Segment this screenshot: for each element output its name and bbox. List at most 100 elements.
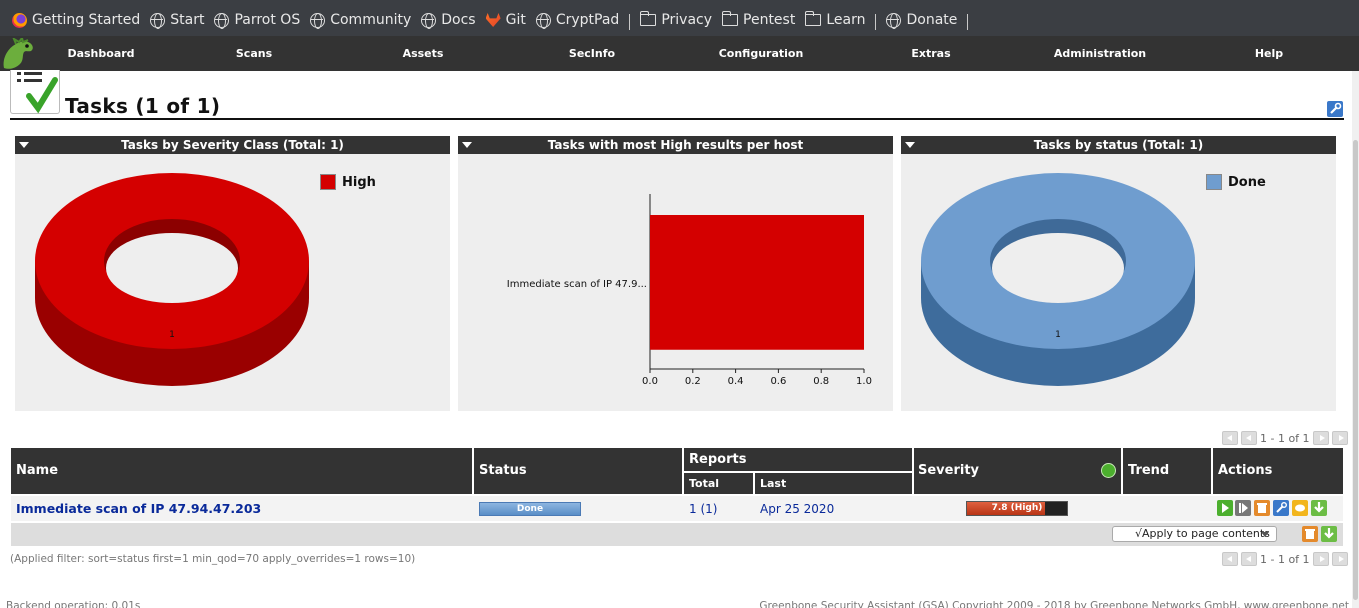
col-severity-label: Severity: [918, 463, 980, 478]
prev-page-button[interactable]: [1241, 552, 1257, 566]
severity-slice-label: 1: [169, 330, 175, 340]
pagination-text: 1 - 1 of 1: [1260, 552, 1310, 566]
panel-high-results-header[interactable]: Tasks with most High results per host: [458, 136, 893, 154]
edit-icon[interactable]: [1273, 500, 1289, 516]
bookmarks-bar: Getting Started Start Parrot OS Communit…: [0, 0, 1359, 36]
severity-bar: 7.8 (High): [966, 501, 1068, 516]
status-slice-label: 1: [1055, 330, 1061, 340]
globe-icon: [214, 12, 230, 29]
bookmark-folder-learn[interactable]: Learn: [804, 10, 865, 30]
col-status[interactable]: Status: [474, 448, 682, 494]
col-reports-total[interactable]: Total: [684, 473, 753, 494]
task-name-link[interactable]: Immediate scan of IP 47.94.47.203: [16, 501, 261, 516]
x-tick-label: 0.8: [813, 376, 829, 387]
bookmark-folder-privacy[interactable]: Privacy: [639, 10, 712, 30]
status-legend: Done: [1206, 174, 1266, 190]
folder-icon: [639, 11, 657, 26]
bar-category-label: Immediate scan of IP 47.9...: [507, 279, 647, 290]
status-donut-hole: [992, 233, 1124, 303]
title-divider: [10, 118, 1344, 120]
bookmark-parrot-os[interactable]: Parrot OS: [214, 10, 300, 30]
reports-total-link[interactable]: 1 (1): [689, 502, 717, 516]
bookmark-folder-pentest[interactable]: Pentest: [721, 10, 795, 30]
overrides-toggle-icon[interactable]: [1101, 463, 1116, 478]
bookmark-community[interactable]: Community: [310, 10, 411, 30]
start-icon[interactable]: [1217, 500, 1233, 516]
trashcan-icon[interactable]: [1254, 500, 1270, 516]
reports-last-link[interactable]: Apr 25 2020: [760, 502, 834, 516]
globe-icon: [535, 12, 551, 29]
bookmark-start[interactable]: Start: [150, 10, 204, 30]
last-page-button[interactable]: [1331, 552, 1348, 566]
bookmark-docs[interactable]: Docs: [421, 10, 476, 30]
next-page-button[interactable]: [1312, 431, 1329, 445]
bookmark-cryptpad[interactable]: CryptPad: [535, 10, 619, 30]
panel-high-results: Tasks with most High results per host Im…: [458, 136, 893, 411]
task-status-progress: Done: [479, 502, 581, 516]
bookmark-separator: [875, 14, 877, 30]
collapse-icon[interactable]: [905, 142, 915, 148]
globe-icon: [886, 12, 902, 29]
severity-donut-hole: [106, 233, 238, 303]
gitlab-icon: [485, 13, 501, 27]
globe-icon: [310, 12, 326, 29]
nav-scans[interactable]: Scans: [204, 36, 304, 71]
x-tick-label: 0.4: [728, 376, 744, 387]
x-tick-label: 0.6: [770, 376, 786, 387]
x-tick-label: 1.0: [856, 376, 872, 387]
pagination-top: 1 - 1 of 1: [1222, 431, 1348, 445]
col-reports: Reports: [684, 448, 912, 471]
first-page-button[interactable]: [1222, 552, 1238, 566]
high-results-bar-chart: Immediate scan of IP 47.9... 0.0 0.2 0.4 0.6…: [507, 194, 872, 387]
nav-extras[interactable]: Extras: [881, 36, 981, 71]
legend-swatch: [320, 174, 336, 190]
export-icon[interactable]: [1311, 500, 1327, 516]
folder-icon: [721, 11, 739, 26]
greenbone-logo-icon[interactable]: [0, 38, 36, 72]
bulk-trashcan-icon[interactable]: [1302, 526, 1318, 542]
resume-icon[interactable]: [1235, 500, 1251, 516]
collapse-icon[interactable]: [462, 142, 472, 148]
panel-status: Tasks by status (Total: 1) 1 Done: [901, 136, 1336, 411]
col-reports-last[interactable]: Last: [755, 473, 912, 494]
main-nav: Dashboard Scans Assets SecInfo Configura…: [0, 36, 1359, 71]
page-title: Tasks (1 of 1): [65, 94, 221, 118]
bar-0[interactable]: [650, 215, 864, 350]
clone-icon[interactable]: [1292, 500, 1308, 516]
next-page-button[interactable]: [1312, 552, 1329, 566]
page-scrollbar-thumb[interactable]: [1353, 140, 1358, 600]
nav-configuration[interactable]: Configuration: [711, 36, 811, 71]
bookmark-donate[interactable]: Donate: [886, 10, 957, 30]
nav-secinfo[interactable]: SecInfo: [542, 36, 642, 71]
nav-dashboard[interactable]: Dashboard: [51, 36, 151, 71]
table-footer: √Apply to page contents: [11, 523, 1343, 546]
x-tick-label: 0.2: [685, 376, 701, 387]
panel-severity: Tasks by Severity Class (Total: 1) 1 Hig…: [15, 136, 450, 411]
last-page-button[interactable]: [1331, 431, 1348, 445]
tasks-icon: [10, 70, 60, 114]
x-tick-label: 0.0: [642, 376, 658, 387]
bookmark-separator: [967, 14, 969, 30]
col-actions: Actions: [1213, 448, 1343, 494]
bulk-export-icon[interactable]: [1321, 526, 1337, 542]
prev-page-button[interactable]: [1241, 431, 1257, 445]
bookmark-git[interactable]: Git: [485, 10, 526, 30]
col-trend[interactable]: Trend: [1123, 448, 1211, 494]
bookmark-getting-started[interactable]: Getting Started: [12, 10, 140, 30]
col-severity[interactable]: Severity: [914, 448, 1121, 494]
copyright-text: Greenbone Security Assistant (GSA) Copyr…: [759, 600, 1349, 608]
panel-status-header[interactable]: Tasks by status (Total: 1): [901, 136, 1336, 154]
first-page-button[interactable]: [1222, 431, 1238, 445]
globe-icon: [150, 12, 166, 29]
folder-icon: [804, 11, 822, 26]
pagination-text: 1 - 1 of 1: [1260, 431, 1310, 445]
collapse-icon[interactable]: [19, 142, 29, 148]
panel-severity-header[interactable]: Tasks by Severity Class (Total: 1): [15, 136, 450, 154]
col-name[interactable]: Name: [11, 448, 472, 494]
apply-to-page-select[interactable]: √Apply to page contents: [1112, 526, 1277, 542]
nav-assets[interactable]: Assets: [373, 36, 473, 71]
nav-administration[interactable]: Administration: [1050, 36, 1150, 71]
wrench-icon[interactable]: [1327, 101, 1343, 117]
nav-help[interactable]: Help: [1219, 36, 1319, 71]
pagination-bottom: 1 - 1 of 1: [1222, 552, 1348, 566]
